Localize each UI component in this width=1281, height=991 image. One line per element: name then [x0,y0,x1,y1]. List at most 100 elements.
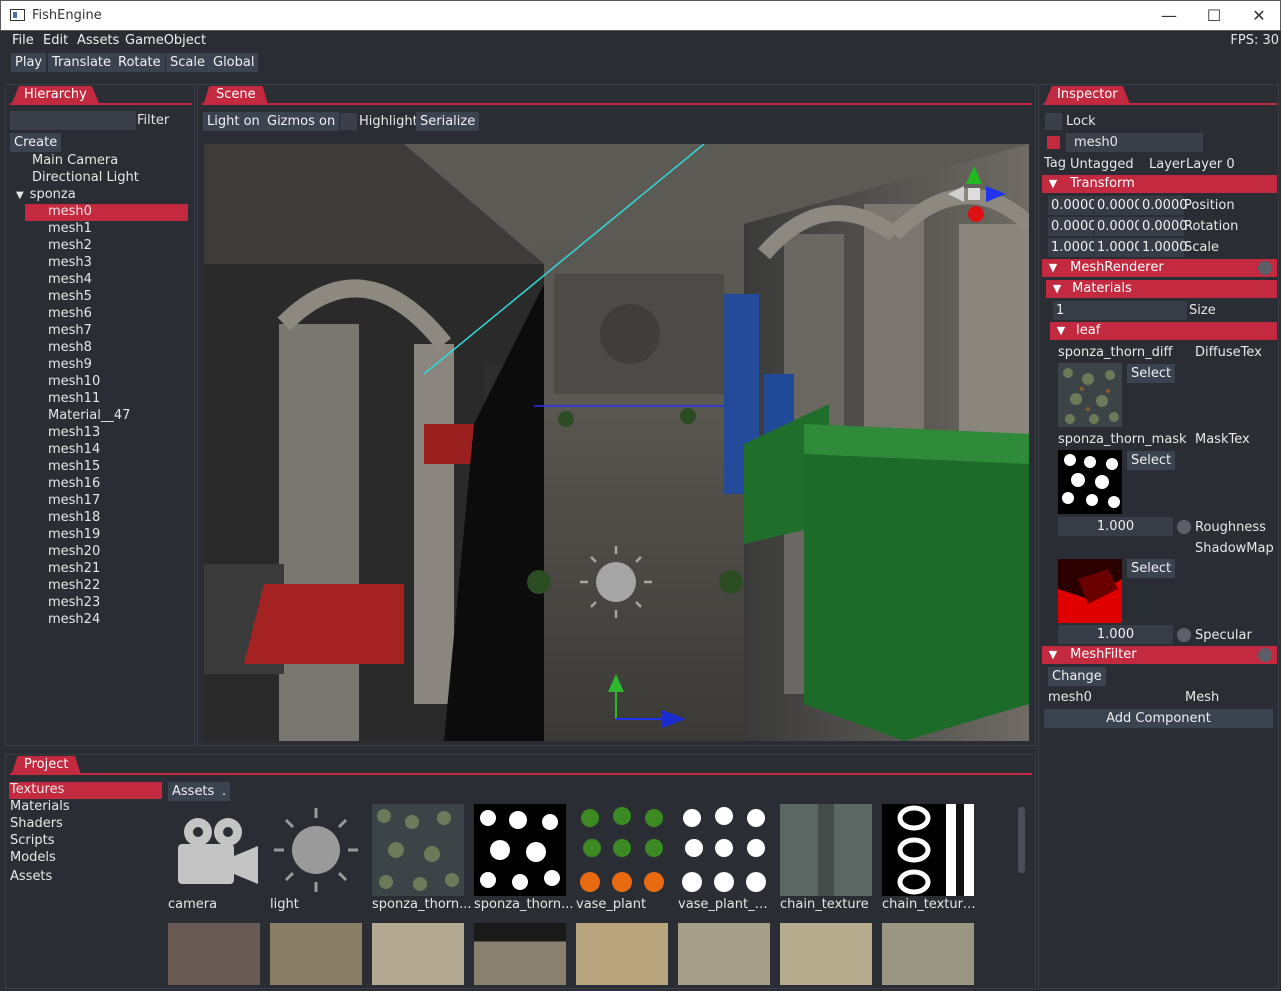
breadcrumb-current[interactable]: . [218,782,231,801]
tree-item-directional-light[interactable]: Directional Light [32,170,139,185]
asset-thumb-vase-plant-mask[interactable] [678,804,770,896]
inspector-tab[interactable]: Inspector [1045,86,1130,103]
lock-checkbox[interactable] [1045,113,1062,130]
tree-item-mesh15[interactable]: mesh15 [25,459,188,476]
scale-z-field[interactable]: 1.0000 [1139,238,1188,257]
mask-select-button[interactable]: Select [1127,451,1176,470]
tree-item-mesh18[interactable]: mesh18 [25,510,188,527]
expand-arrow-icon[interactable]: ▼ [16,190,24,201]
tree-item-mesh17[interactable]: mesh17 [25,493,188,510]
mesh-renderer-header[interactable]: ▼ MeshRenderer [1042,259,1277,277]
add-component-button[interactable]: Add Component [1044,709,1273,728]
tree-item-mesh21[interactable]: mesh21 [25,561,188,578]
roughness-field[interactable]: 1.000 [1058,517,1173,536]
asset-thumb-row2-4[interactable] [474,923,566,985]
tree-item-mesh6[interactable]: mesh6 [25,306,188,323]
tree-item-mesh2[interactable]: mesh2 [25,238,188,255]
position-x-field[interactable]: 0.0000 [1048,196,1097,215]
hierarchy-filter-input[interactable] [10,111,136,130]
hierarchy-tab[interactable]: Hierarchy [12,86,99,103]
menu-file[interactable]: File [12,33,34,48]
asset-thumb-light[interactable] [270,804,362,896]
tree-item-mesh8[interactable]: mesh8 [25,340,188,357]
rotation-x-field[interactable]: 0.0000 [1048,217,1097,236]
asset-thumb-row2-5[interactable] [576,923,668,985]
tree-item-mesh20[interactable]: mesh20 [25,544,188,561]
light-toggle-button[interactable]: Light on [203,112,264,131]
specular-toggle[interactable] [1177,628,1191,642]
tree-item-mesh11[interactable]: mesh11 [25,391,188,408]
tree-item-mesh16[interactable]: mesh16 [25,476,188,493]
change-mesh-button[interactable]: Change [1048,667,1106,686]
active-checkbox[interactable] [1047,136,1060,149]
asset-thumb-row2-2[interactable] [270,923,362,985]
scene-viewport[interactable] [204,144,1029,741]
tree-item-sponza[interactable]: ▼ sponza [16,187,76,202]
asset-thumb-chain-texture-mask[interactable] [882,804,974,896]
close-button[interactable]: ✕ [1236,3,1281,29]
tree-item-mesh1[interactable]: mesh1 [25,221,188,238]
menu-edit[interactable]: Edit [43,33,68,48]
scale-button[interactable]: Scale [166,53,209,72]
layer-dropdown[interactable]: Layer 0 [1186,157,1235,172]
gizmos-toggle-button[interactable]: Gizmos on [263,112,340,131]
rotation-z-field[interactable]: 0.0000 [1139,217,1188,236]
tree-item-mesh5[interactable]: mesh5 [25,289,188,306]
menu-gameobject[interactable]: GameObject [125,33,206,48]
play-button[interactable]: Play [11,53,47,72]
highlight-checkbox[interactable] [340,113,357,130]
tree-item-mesh14[interactable]: mesh14 [25,442,188,459]
tree-item-mesh22[interactable]: mesh22 [25,578,188,595]
asset-thumb-row2-8[interactable] [882,923,974,985]
asset-thumb-vase-plant[interactable] [576,804,668,896]
tree-item-mesh9[interactable]: mesh9 [25,357,188,374]
tree-item-mesh10[interactable]: mesh10 [25,374,188,391]
folder-models[interactable]: Models [10,850,56,865]
asset-thumb-row2-1[interactable] [168,923,260,985]
folder-shaders[interactable]: Shaders [10,816,63,831]
materials-header[interactable]: ▼ Materials [1046,280,1277,298]
folder-scripts[interactable]: Scripts [10,833,54,848]
asset-thumb-chain-texture[interactable] [780,804,872,896]
asset-thumb-row2-6[interactable] [678,923,770,985]
tree-item-mesh4[interactable]: mesh4 [25,272,188,289]
folder-materials[interactable]: Materials [10,799,70,814]
asset-thumb-row2-3[interactable] [372,923,464,985]
tag-dropdown[interactable]: Untagged [1070,157,1134,172]
serialize-button[interactable]: Serialize [416,112,480,131]
rotation-y-field[interactable]: 0.0000 [1094,217,1143,236]
transform-header[interactable]: ▼ Transform [1042,175,1277,193]
tree-item-mesh7[interactable]: mesh7 [25,323,188,340]
tree-item-mesh13[interactable]: mesh13 [25,425,188,442]
folder-textures[interactable]: Textures [10,782,64,797]
material-leaf-header[interactable]: ▼ leaf [1050,322,1277,340]
mesh-filter-header[interactable]: ▼ MeshFilter [1042,646,1277,664]
tree-item-mesh24[interactable]: mesh24 [25,612,188,629]
position-y-field[interactable]: 0.0000 [1094,196,1143,215]
rotate-button[interactable]: Rotate [114,53,165,72]
global-button[interactable]: Global [209,53,259,72]
position-z-field[interactable]: 0.0000 [1139,196,1188,215]
diffuse-select-button[interactable]: Select [1127,364,1176,383]
scale-y-field[interactable]: 1.0000 [1094,238,1143,257]
project-tab[interactable]: Project [12,756,81,773]
tree-item-mesh0[interactable]: mesh0 [25,204,188,221]
breadcrumb-assets[interactable]: Assets [168,782,219,801]
tree-item-mesh3[interactable]: mesh3 [25,255,188,272]
scale-x-field[interactable]: 1.0000 [1048,238,1097,257]
tree-item-material-47[interactable]: Material__47 [25,408,188,425]
mesh-filter-enabled-toggle[interactable] [1258,648,1272,662]
shadowmap-select-button[interactable]: Select [1127,559,1176,578]
roughness-toggle[interactable] [1177,520,1191,534]
folder-assets[interactable]: Assets [10,869,52,884]
asset-thumb-thorn-mask[interactable] [474,804,566,896]
mesh-renderer-enabled-toggle[interactable] [1258,261,1272,275]
tree-item-main-camera[interactable]: Main Camera [32,153,118,168]
project-scrollbar[interactable] [1018,807,1025,873]
minimize-button[interactable]: — [1146,3,1192,29]
scene-tab[interactable]: Scene [204,86,268,103]
asset-thumb-thorn-diff[interactable] [372,804,464,896]
menu-assets[interactable]: Assets [77,33,119,48]
maximize-button[interactable]: ☐ [1191,3,1237,29]
tree-item-mesh19[interactable]: mesh19 [25,527,188,544]
